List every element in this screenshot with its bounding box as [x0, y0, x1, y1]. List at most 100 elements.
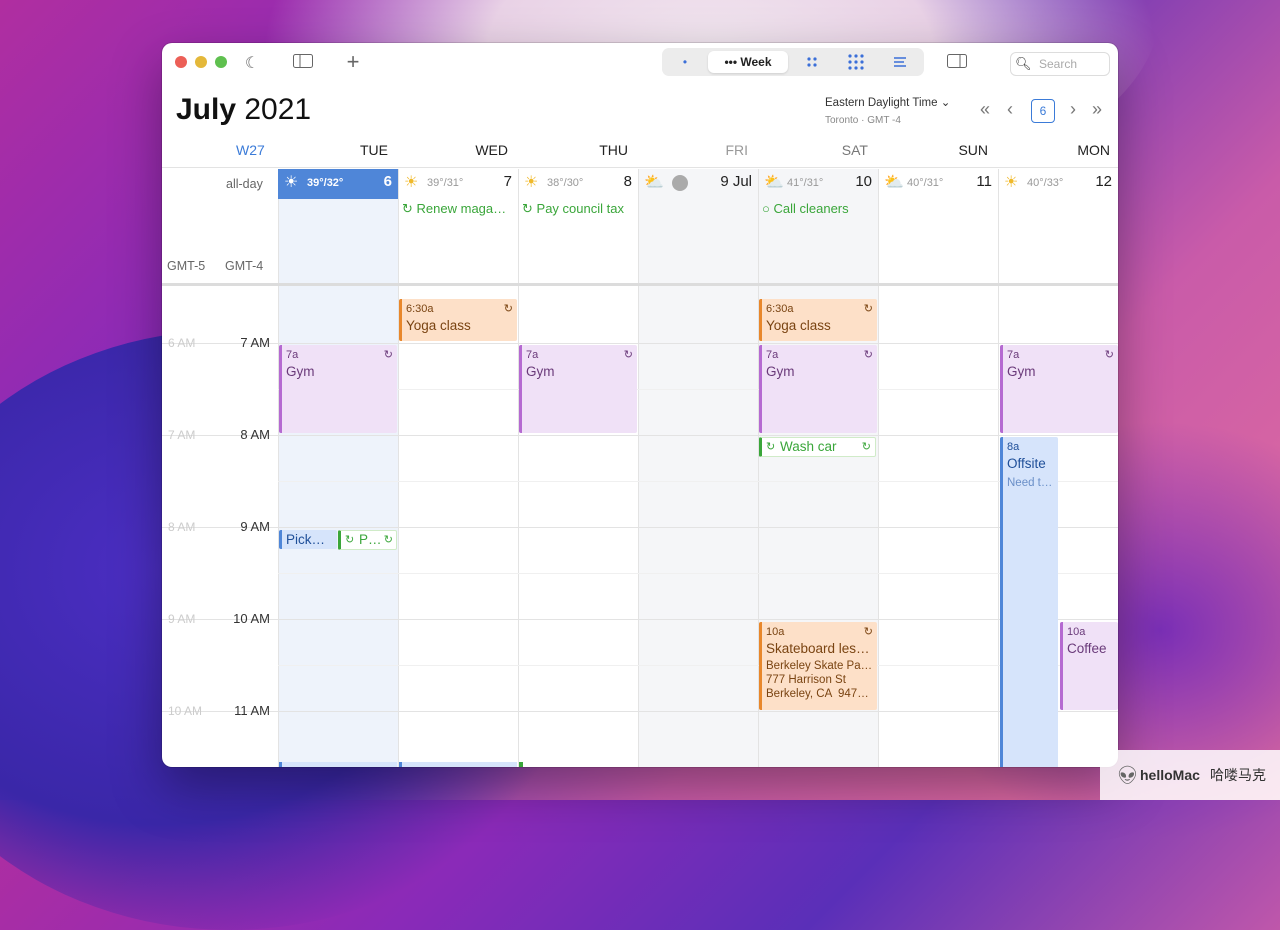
sun-icon: ☀	[1004, 174, 1019, 191]
timezone-sub: Toronto · GMT -4	[825, 115, 901, 126]
event-p[interactable]: ↻ P… ↻	[338, 530, 397, 550]
add-event-icon[interactable]: +	[342, 51, 364, 73]
month-view-icon[interactable]	[798, 51, 826, 73]
sidebar-toggle-icon[interactable]	[292, 54, 314, 74]
alt-time-label: 9 AM	[168, 612, 196, 626]
toolbar: ☾ + • ••• Week 🔍︎ Search	[162, 43, 1118, 87]
repeat-icon: ↻	[1104, 349, 1114, 361]
repeat-icon: ↻	[623, 349, 633, 361]
event-coffee[interactable]: 10a Coffee	[1060, 622, 1118, 710]
alt-time-label: 6 AM	[168, 336, 196, 350]
allday-cell-fri[interactable]: ⛅ 9 Jul	[638, 169, 758, 283]
event-gym-thu[interactable]: 7a Gym ↻	[519, 345, 637, 433]
event-city: Berkeley, CA 947…	[766, 688, 869, 700]
day-header-sat: SAT	[841, 142, 868, 158]
repeat-icon: ↻	[503, 303, 513, 315]
prev-month-icon[interactable]: «	[980, 99, 990, 119]
event-yoga-sat[interactable]: 6:30a Yoga class ↻	[759, 299, 877, 341]
repeat-icon: ↻	[861, 441, 871, 453]
time-label: 7 AM	[240, 335, 270, 350]
event-title: Offsite	[1007, 456, 1046, 471]
event-title: P…	[359, 532, 382, 547]
alien-logo-icon: 👽︎	[1116, 765, 1139, 785]
watermark-cn: 哈喽马克	[1210, 767, 1266, 783]
today-button[interactable]: 6	[1031, 99, 1055, 123]
event-partial-wed[interactable]	[399, 762, 517, 767]
event-yoga-wed[interactable]: 6:30a Yoga class ↻	[399, 299, 517, 341]
allday-event-council[interactable]: ↻ Pay council tax	[522, 201, 634, 217]
cloud-sun-icon: ⛅	[764, 174, 784, 191]
week-view-button[interactable]: ••• Week	[708, 51, 788, 73]
timezone-label: Eastern Daylight Time	[825, 97, 938, 109]
prev-week-icon[interactable]: ‹	[1007, 99, 1013, 119]
temp-label: 40°/31°	[907, 177, 944, 189]
calendar-window: ☾ + • ••• Week 🔍︎ Search July 2021 Easte…	[162, 43, 1118, 767]
next-month-icon[interactable]: »	[1092, 99, 1102, 119]
all-day-label: all-day	[226, 177, 263, 191]
inspector-toggle-icon[interactable]	[946, 54, 968, 74]
event-partial-tue[interactable]	[279, 762, 397, 767]
allday-cell-wed[interactable]: ☀ 39°/31° 7 ↻ Renew maga…	[398, 169, 518, 283]
event-pick[interactable]: Pick…	[279, 530, 337, 549]
event-note: Need t…	[1007, 477, 1053, 489]
day-header-sun: SUN	[958, 142, 988, 158]
event-skateboard[interactable]: 10a Skateboard les… ↻ Berkeley Skate Pa……	[759, 622, 877, 710]
repeat-icon: ↻	[402, 201, 413, 216]
event-title: Gym	[766, 364, 795, 379]
sun-icon: ☀	[404, 174, 419, 191]
watermark: 👽︎ helloMac 哈喽马克	[1100, 750, 1280, 800]
event-time: 7a	[766, 349, 779, 361]
time-label: 8 AM	[240, 427, 270, 442]
zoom-button[interactable]	[215, 56, 227, 68]
day-header-fri: FRI	[725, 142, 748, 158]
event-time: 7a	[526, 349, 539, 361]
page-title: July 2021	[176, 93, 311, 127]
temp-label: 38°/30°	[547, 177, 584, 189]
next-week-icon[interactable]: ›	[1070, 99, 1076, 119]
time-label: 11 AM	[234, 703, 270, 718]
event-title: Gym	[526, 364, 555, 379]
event-gym-sat[interactable]: 7a Gym ↻	[759, 345, 877, 433]
alt-time-label: 8 AM	[168, 520, 196, 534]
temp-label: 41°/31°	[787, 177, 824, 189]
alt-time-label: 10 AM	[168, 704, 203, 718]
allday-cell-sat[interactable]: ⛅ 41°/31° 10 ○ Call cleaners	[758, 169, 878, 283]
event-gym-mon[interactable]: 7a Gym ↻	[1000, 345, 1118, 433]
watermark-brand: helloMac	[1140, 767, 1200, 783]
day-header-thu: THU	[599, 142, 628, 158]
day-number: 7	[503, 173, 512, 190]
day-view-button[interactable]: •	[670, 51, 700, 73]
event-gym-tue[interactable]: 7a Gym ↻	[279, 345, 397, 433]
moon-icon[interactable]: ☾	[242, 54, 262, 74]
allday-cell-thu[interactable]: ☀ 38°/30° 8 ↻ Pay council tax	[518, 169, 638, 283]
event-title: Pay council tax	[536, 201, 624, 216]
event-title: Yoga class	[766, 318, 831, 333]
event-location: Berkeley Skate Pa…	[766, 660, 873, 672]
event-offsite[interactable]: 8a Offsite Need t…	[1000, 437, 1058, 767]
chevron-down-icon: ⌄	[940, 97, 951, 109]
event-wash-car[interactable]: ↻ Wash car ↻	[759, 437, 876, 457]
allday-cell-tue[interactable]: ☀ 39°/32° 6	[278, 169, 398, 283]
event-time: 10a	[1067, 626, 1086, 638]
event-title: Gym	[1007, 364, 1036, 379]
day-number: 8	[623, 173, 632, 190]
day-number: 11	[976, 173, 992, 190]
event-address: 777 Harrison St	[766, 674, 846, 686]
allday-event-cleaners[interactable]: ○ Call cleaners	[762, 201, 874, 216]
temp-label: 39°/32°	[307, 177, 344, 189]
repeat-icon: ↻	[383, 534, 393, 546]
allday-cell-mon[interactable]: ☀ 40°/33° 12	[998, 169, 1118, 283]
year-view-icon[interactable]	[842, 51, 870, 73]
repeat-icon: ↻	[345, 534, 355, 546]
event-partial-thu[interactable]	[519, 762, 523, 767]
repeat-icon: ↻	[863, 349, 873, 361]
minimize-button[interactable]	[195, 56, 207, 68]
list-view-icon[interactable]	[886, 51, 914, 73]
allday-cell-sun[interactable]: ⛅ 40°/31° 11	[878, 169, 998, 283]
day-number: 10	[855, 173, 872, 190]
sun-icon: ☀	[284, 174, 299, 191]
search-input[interactable]: 🔍︎ Search	[1010, 52, 1110, 76]
allday-event-renew[interactable]: ↻ Renew maga…	[402, 201, 514, 217]
close-button[interactable]	[175, 56, 187, 68]
timezone-selector[interactable]: Eastern Daylight Time ⌄	[825, 95, 950, 109]
